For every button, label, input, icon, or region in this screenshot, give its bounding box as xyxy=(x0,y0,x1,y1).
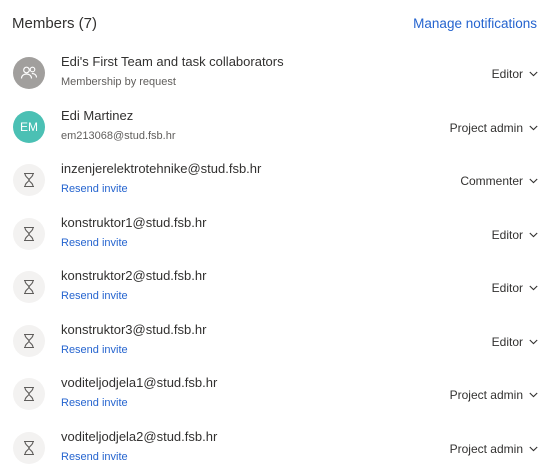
chevron-down-icon xyxy=(529,232,538,238)
role-dropdown[interactable]: Editor xyxy=(492,228,538,242)
member-email: konstruktor3@stud.fsb.hr xyxy=(61,322,206,337)
resend-invite-link[interactable]: Resend invite xyxy=(61,451,128,463)
resend-invite-link[interactable]: Resend invite xyxy=(61,397,128,409)
pending-avatar xyxy=(13,271,45,303)
resend-invite-link[interactable]: Resend invite xyxy=(61,344,128,356)
member-row: Edi's First Team and task collaborators … xyxy=(0,48,552,102)
resend-invite-link[interactable]: Resend invite xyxy=(61,237,128,249)
member-row: konstruktor3@stud.fsb.hr Resend invite E… xyxy=(0,316,552,370)
role-label: Editor xyxy=(492,281,523,295)
chevron-down-icon xyxy=(529,392,538,398)
chevron-down-icon xyxy=(529,285,538,291)
hourglass-icon xyxy=(22,333,36,349)
member-email: konstruktor1@stud.fsb.hr xyxy=(61,215,206,230)
role-label: Commenter xyxy=(460,174,523,188)
avatar-initials: EM xyxy=(20,120,38,134)
member-email: em213068@stud.fsb.hr xyxy=(61,130,176,142)
member-row: voditeljodjela1@stud.fsb.hr Resend invit… xyxy=(0,369,552,423)
role-dropdown[interactable]: Project admin xyxy=(450,442,538,456)
members-title: Members (7) xyxy=(12,15,97,32)
manage-notifications-link[interactable]: Manage notifications xyxy=(413,16,537,31)
hourglass-icon xyxy=(22,440,36,456)
chevron-down-icon xyxy=(529,339,538,345)
member-row: inzenjerelektrotehnike@stud.fsb.hr Resen… xyxy=(0,155,552,209)
group-avatar xyxy=(13,57,45,89)
group-icon xyxy=(19,63,39,83)
pending-avatar xyxy=(13,218,45,250)
member-name: Edi's First Team and task collaborators xyxy=(61,54,284,69)
role-dropdown[interactable]: Commenter xyxy=(460,174,538,188)
member-row: konstruktor2@stud.fsb.hr Resend invite E… xyxy=(0,262,552,316)
members-list: Edi's First Team and task collaborators … xyxy=(0,48,552,476)
member-row: EM Edi Martinez em213068@stud.fsb.hr Pro… xyxy=(0,102,552,156)
member-subtitle: Membership by request xyxy=(61,76,176,88)
resend-invite-link[interactable]: Resend invite xyxy=(61,183,128,195)
chevron-down-icon xyxy=(529,71,538,77)
pending-avatar xyxy=(13,325,45,357)
member-name: Edi Martinez xyxy=(61,108,133,123)
role-dropdown[interactable]: Editor xyxy=(492,335,538,349)
members-header: Members (7) Manage notifications xyxy=(0,0,552,48)
hourglass-icon xyxy=(22,226,36,242)
member-email: voditeljodjela2@stud.fsb.hr xyxy=(61,429,217,444)
chevron-down-icon xyxy=(529,125,538,131)
role-dropdown[interactable]: Editor xyxy=(492,67,538,81)
role-label: Project admin xyxy=(450,121,523,135)
role-label: Project admin xyxy=(450,388,523,402)
role-label: Editor xyxy=(492,228,523,242)
hourglass-icon xyxy=(22,279,36,295)
role-label: Editor xyxy=(492,335,523,349)
role-dropdown[interactable]: Project admin xyxy=(450,388,538,402)
member-email: inzenjerelektrotehnike@stud.fsb.hr xyxy=(61,161,261,176)
chevron-down-icon xyxy=(529,446,538,452)
role-label: Project admin xyxy=(450,442,523,456)
pending-avatar xyxy=(13,378,45,410)
member-row: voditeljodjela2@stud.fsb.hr Resend invit… xyxy=(0,423,552,476)
member-email: voditeljodjela1@stud.fsb.hr xyxy=(61,375,217,390)
role-label: Editor xyxy=(492,67,523,81)
hourglass-icon xyxy=(22,172,36,188)
hourglass-icon xyxy=(22,386,36,402)
resend-invite-link[interactable]: Resend invite xyxy=(61,290,128,302)
member-email: konstruktor2@stud.fsb.hr xyxy=(61,268,206,283)
avatar: EM xyxy=(13,111,45,143)
role-dropdown[interactable]: Editor xyxy=(492,281,538,295)
pending-avatar xyxy=(13,432,45,464)
chevron-down-icon xyxy=(529,178,538,184)
role-dropdown[interactable]: Project admin xyxy=(450,121,538,135)
pending-avatar xyxy=(13,164,45,196)
member-row: konstruktor1@stud.fsb.hr Resend invite E… xyxy=(0,209,552,263)
